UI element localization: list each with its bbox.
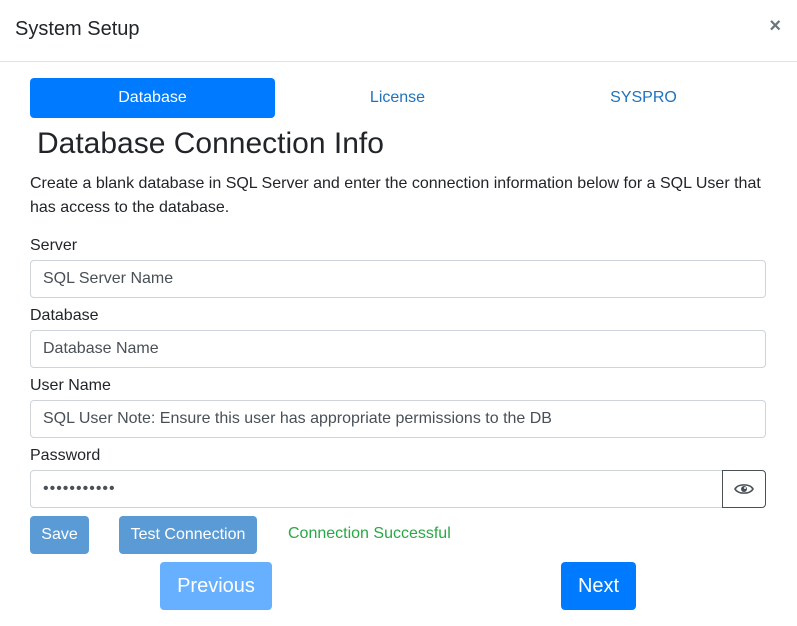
section-description: Create a blank database in SQL Server an… <box>30 175 761 216</box>
eye-icon <box>734 484 754 494</box>
server-label: Server <box>30 237 78 254</box>
section-title: Database Connection Info <box>37 127 384 160</box>
server-input[interactable] <box>30 260 766 298</box>
tab-syspro[interactable]: SYSPRO <box>521 78 766 118</box>
database-input[interactable] <box>30 330 766 368</box>
next-button[interactable]: Next <box>561 562 636 610</box>
password-label: Password <box>30 447 101 464</box>
toggle-password-button[interactable] <box>722 470 766 508</box>
password-input[interactable] <box>30 470 723 508</box>
dialog-title: System Setup <box>15 18 140 40</box>
connection-status: Connection Successful <box>288 525 451 542</box>
username-label: User Name <box>30 377 111 394</box>
system-setup-dialog: System Setup × Database License SYSPRO D… <box>0 0 797 626</box>
tab-license[interactable]: License <box>275 78 520 118</box>
close-button[interactable]: × <box>769 14 781 38</box>
test-connection-button[interactable]: Test Connection <box>119 516 257 554</box>
username-input[interactable] <box>30 400 766 438</box>
tab-bar: Database License SYSPRO <box>30 78 766 118</box>
dialog-header: System Setup × <box>0 0 797 62</box>
tab-database[interactable]: Database <box>30 78 275 118</box>
previous-button[interactable]: Previous <box>160 562 272 610</box>
database-label: Database <box>30 307 99 324</box>
save-button[interactable]: Save <box>30 516 89 554</box>
